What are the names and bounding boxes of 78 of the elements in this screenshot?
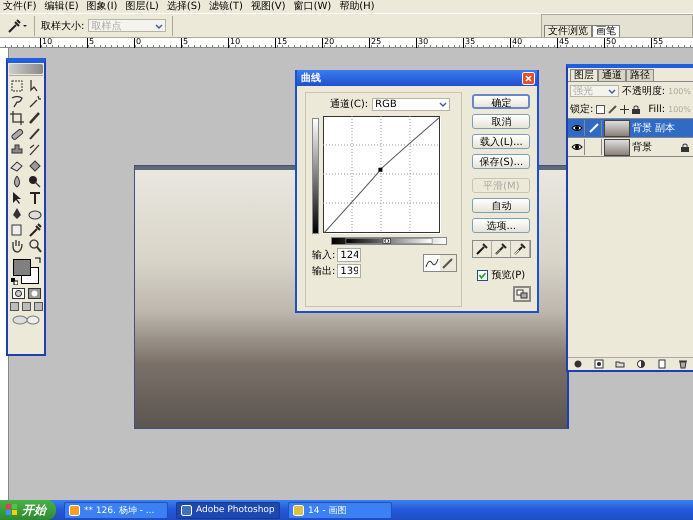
app-icon: [69, 504, 80, 516]
color-swatches-drawing[interactable]: [11, 257, 41, 285]
eyedropper-icon[interactable]: [27, 222, 43, 237]
output-field[interactable]: 139: [337, 264, 362, 278]
menu-item[interactable]: 选择(S): [166, 0, 201, 12]
quick-mask-icon[interactable]: [28, 288, 40, 299]
marquee-icon[interactable]: [9, 78, 25, 93]
palette-tab[interactable]: 文件浏览: [544, 25, 592, 37]
layer-row[interactable]: 背景: [568, 138, 693, 157]
adjustment-icon[interactable]: [636, 359, 646, 369]
menu-item[interactable]: 文件(F): [3, 0, 37, 12]
input-gradient-bar[interactable]: [331, 237, 447, 245]
eyedropper-tool-icon[interactable]: [6, 18, 28, 34]
layer-row[interactable]: 背景 副本: [568, 119, 693, 138]
default-colors-icon[interactable]: [11, 278, 18, 285]
curve-graph[interactable]: [323, 116, 441, 234]
dialog-button[interactable]: 确定: [472, 94, 530, 109]
menu-item[interactable]: 图象(I): [86, 0, 118, 12]
toolbox-header: [9, 64, 43, 74]
chevron-icon: [606, 87, 616, 95]
menu-item[interactable]: 滤镜(T): [208, 0, 243, 12]
lasso-icon[interactable]: [9, 94, 25, 109]
dialog-button[interactable]: 载入(L)...: [472, 134, 530, 149]
taskbar-button[interactable]: 14 - 画图: [288, 502, 392, 518]
opacity-label: 不透明度:: [622, 84, 666, 98]
layer-name: 背景: [632, 140, 653, 154]
taskbar-button[interactable]: Adobe Photoshop: [176, 502, 280, 518]
fill-label: Fill:: [648, 104, 666, 114]
layer-name: 背景 副本: [632, 122, 676, 135]
curve-tool-icon[interactable]: [424, 255, 440, 271]
lock-label: 锁定:: [570, 102, 594, 116]
app-icon: [293, 504, 304, 516]
eye-icon[interactable]: [571, 124, 583, 132]
dialog-title: 曲线: [301, 72, 321, 85]
sample-size-label: 取样大小:: [41, 20, 84, 32]
menu-item[interactable]: 窗口(W): [294, 0, 332, 12]
layer-thumbnail: [604, 138, 630, 156]
menu-item[interactable]: 编辑(E): [44, 0, 79, 12]
bucket-icon[interactable]: [27, 158, 43, 173]
zoom-icon[interactable]: [27, 238, 43, 253]
magic-wand-icon[interactable]: [27, 94, 43, 109]
eye-icon[interactable]: [571, 143, 583, 151]
chevron-icon: [438, 100, 448, 108]
channel-label: 通道(C):: [330, 98, 368, 111]
folder-icon[interactable]: [615, 359, 626, 369]
lock-icon[interactable]: [632, 104, 640, 114]
output-label: 输出:: [312, 264, 336, 278]
crop-icon[interactable]: [9, 110, 25, 125]
panel-tab[interactable]: 路径: [626, 69, 654, 81]
swap-icon[interactable]: [34, 257, 41, 264]
windows-logo-icon: [6, 504, 18, 516]
dialog-button[interactable]: 取消: [472, 114, 530, 129]
standard-mode-icon[interactable]: [12, 288, 24, 299]
taskbar-button[interactable]: ** 126. 杨坤 - ...: [64, 502, 168, 518]
mask-icon[interactable]: [594, 359, 604, 369]
channel-dropdown[interactable]: RGB: [372, 98, 450, 110]
palette-tab[interactable]: 画笔: [592, 25, 620, 37]
layer-thumbnail: [604, 120, 630, 136]
menu-item[interactable]: 帮助(H): [339, 0, 375, 12]
type-tool-icon[interactable]: [27, 190, 43, 205]
trash-icon[interactable]: [678, 359, 688, 369]
lock-move-icon[interactable]: [620, 104, 630, 114]
new-layer-icon[interactable]: [656, 359, 667, 369]
panel-tab[interactable]: 通道: [598, 69, 626, 81]
app-icon: [181, 504, 192, 516]
dialog-button[interactable]: 选项...: [472, 218, 530, 233]
menu-item[interactable]: 图层(L): [125, 0, 159, 12]
input-label: 输入:: [312, 248, 336, 262]
preview-label: 预览(P): [491, 269, 526, 282]
menu-item[interactable]: 视图(V): [250, 0, 286, 12]
preview-checkbox[interactable]: [477, 270, 488, 280]
resize-icon[interactable]: [513, 286, 531, 302]
dialog-button[interactable]: 自动: [472, 198, 530, 213]
dialog-button[interactable]: 保存(S)...: [472, 154, 530, 169]
lock-transparency-icon[interactable]: [596, 104, 606, 114]
chevron-icon: [154, 22, 164, 30]
panel-tab[interactable]: 图层: [570, 69, 598, 81]
close-icon[interactable]: [522, 72, 535, 84]
